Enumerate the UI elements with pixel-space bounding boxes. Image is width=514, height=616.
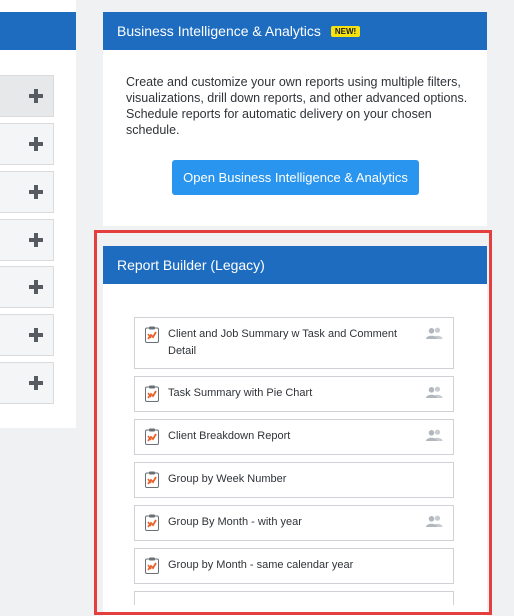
report-item[interactable]: Client and Job Summary w Task and Commen… [134,317,454,369]
clipboard-chart-icon [145,557,159,574]
accordion-row[interactable] [0,219,54,261]
report-builder-panel: Report Builder (Legacy) Client and Job S… [103,246,487,616]
report-item[interactable]: Group By Month - with year [134,505,454,541]
report-list: Client and Job Summary w Task and Commen… [134,317,455,612]
report-label: Task Summary with Pie Chart [168,387,313,399]
accordion-row[interactable] [0,266,54,308]
users-icon [426,327,443,339]
bi-panel-header: Business Intelligence & Analytics NEW! [103,12,487,50]
clipboard-chart-icon [145,514,159,531]
users-icon [426,429,443,441]
report-label: Client and Job Summary w Task and Commen… [168,328,398,357]
accordion-row[interactable] [0,314,54,356]
plus-icon[interactable] [29,137,43,151]
plus-icon[interactable] [29,328,43,342]
report-item[interactable]: Group by Month - same calendar year [134,548,454,584]
plus-icon[interactable] [29,233,43,247]
report-label: Group by Week Number [168,473,287,485]
report-item[interactable]: Client Breakdown Report [134,419,454,455]
plus-icon[interactable] [29,376,43,390]
report-label: Client Breakdown Report [168,430,291,442]
accordion-row[interactable] [0,75,54,117]
plus-icon[interactable] [29,280,43,294]
accordion-row[interactable] [0,171,54,213]
report-label: Group By Month - with year [168,516,302,528]
plus-icon[interactable] [29,89,43,103]
accordion-row[interactable] [0,362,54,404]
report-item[interactable]: Task Summary with Pie Chart [134,376,454,412]
bi-panel: Business Intelligence & Analytics NEW! Cr… [103,12,487,226]
plus-icon[interactable] [29,185,43,199]
clipboard-chart-icon [145,428,159,445]
report-builder-header: Report Builder (Legacy) [103,246,487,284]
report-builder-title: Report Builder (Legacy) [117,257,265,273]
left-panel [0,0,76,428]
left-panel-header [0,12,76,50]
report-item[interactable]: Group by Week Number [134,462,454,498]
bi-description: Create and customize your own reports us… [126,75,468,137]
clipboard-chart-icon [145,326,159,343]
users-icon [426,386,443,398]
accordion-row[interactable] [0,123,54,165]
report-label: Group by Month - same calendar year [168,559,354,571]
new-badge: NEW! [330,26,361,37]
open-bi-button[interactable]: Open Business Intelligence & Analytics [172,160,419,195]
bi-panel-title: Business Intelligence & Analytics [117,23,321,39]
users-icon [426,515,443,527]
clipboard-chart-icon [145,471,159,488]
report-item-partial[interactable] [134,591,454,605]
clipboard-chart-icon [145,385,159,402]
